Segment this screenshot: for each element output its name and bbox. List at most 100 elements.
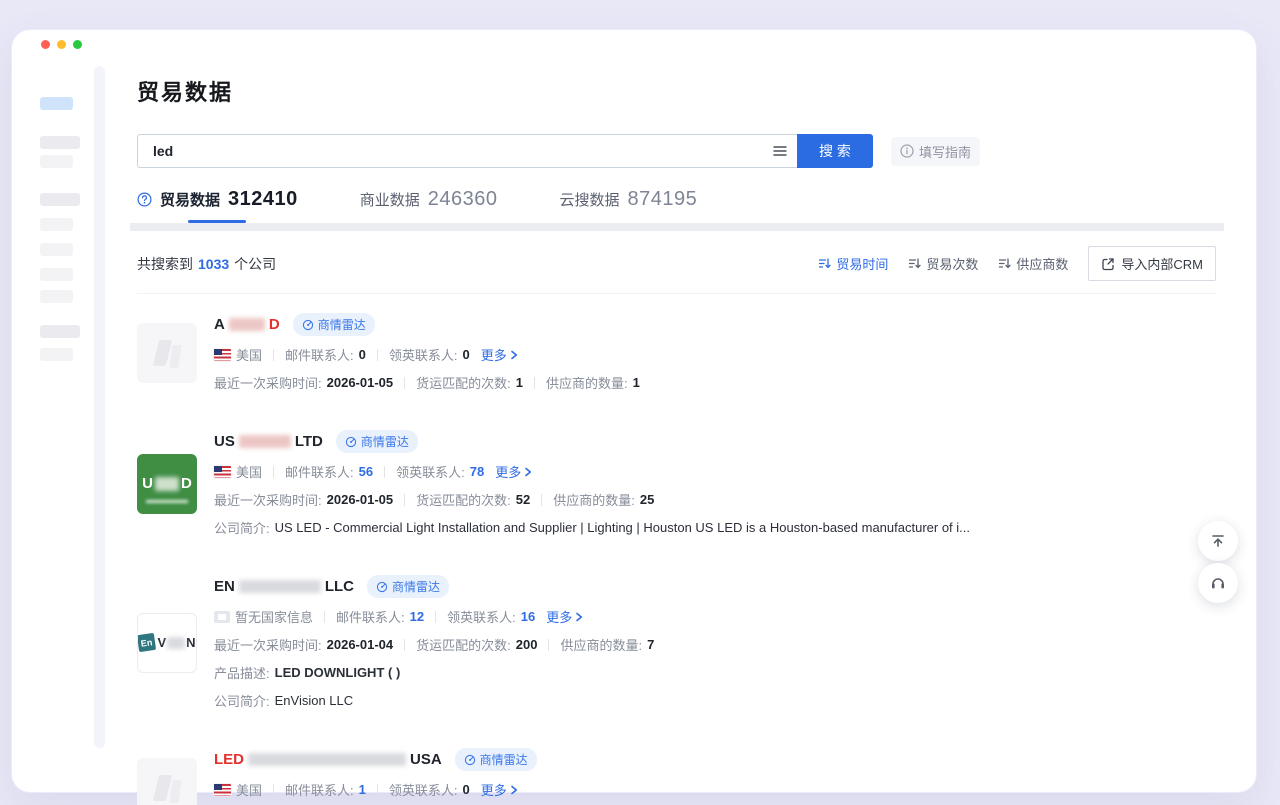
supplier-count: 供应商的数量: 25	[553, 490, 654, 509]
company-list-item[interactable]: AD 商情雷达 美国 邮件联系人: 0 领英联系人:	[137, 294, 1216, 411]
purchase-label: 最近一次采购时间:	[214, 490, 322, 509]
company-logo: EnVN	[137, 613, 197, 673]
fill-guide-label: 填写指南	[919, 142, 971, 161]
business-radar-badge[interactable]: 商情雷达	[455, 748, 537, 771]
divider	[273, 349, 274, 361]
minimize-window-icon[interactable]	[57, 40, 66, 49]
divider	[377, 784, 378, 796]
data-tabs: 贸易数据 312410 商业数据 246360 云搜数据 874195	[137, 188, 1216, 223]
business-radar-badge[interactable]: 商情雷达	[293, 313, 375, 336]
tab-count: 874195	[628, 188, 698, 211]
main-content: 贸易数据 搜 索 填写指南 贸易数据 312	[137, 75, 1216, 805]
linkedin-contacts: 领英联系人: 78	[396, 462, 484, 481]
page-title: 贸易数据	[137, 75, 1216, 107]
linkedin-count[interactable]: 16	[521, 609, 535, 624]
purchase-value: 2026-01-04	[327, 637, 394, 652]
more-link-label: 更多	[481, 345, 507, 364]
last-purchase: 最近一次采购时间: 2026-01-04	[214, 635, 393, 654]
email-count[interactable]: 56	[359, 464, 373, 479]
radar-badge-label: 商情雷达	[480, 751, 528, 768]
tab-label: 云搜数据	[560, 189, 620, 210]
sidebar-skeleton-bar	[40, 243, 73, 256]
company-name[interactable]: AD	[214, 316, 280, 333]
divider	[324, 611, 325, 623]
business-radar-badge[interactable]: 商情雷达	[336, 430, 418, 453]
divider	[377, 349, 378, 361]
linkedin-count[interactable]: 0	[463, 782, 470, 797]
freight-matches: 货运匹配的次数: 52	[416, 490, 530, 509]
linkedin-contacts: 领英联系人: 0	[389, 780, 470, 799]
email-count[interactable]: 1	[359, 782, 366, 797]
tab-business-data[interactable]: 商业数据 246360	[360, 188, 498, 223]
sort-icon	[818, 257, 831, 270]
filter-lines-icon[interactable]	[763, 135, 797, 167]
import-crm-button[interactable]: 导入内部CRM	[1088, 246, 1216, 281]
company-list: AD 商情雷达 美国 邮件联系人: 0 领英联系人:	[137, 294, 1216, 805]
tab-label: 商业数据	[360, 189, 420, 210]
email-count[interactable]: 12	[410, 609, 424, 624]
more-link[interactable]: 更多	[546, 607, 583, 626]
divider	[541, 494, 542, 506]
sort-trade-time[interactable]: 贸易时间	[818, 254, 888, 273]
radar-badge-label: 商情雷达	[318, 316, 366, 333]
back-to-top-icon	[1209, 532, 1227, 550]
freight-label: 货运匹配的次数:	[416, 490, 511, 509]
company-list-item[interactable]: LEDUSA 商情雷达 美国 邮件联系人: 1 领英联系人:	[137, 729, 1216, 805]
search-input[interactable]	[138, 143, 763, 159]
search-button[interactable]: 搜 索	[797, 134, 873, 168]
intro-row: 公司简介: US LED - Commercial Light Installa…	[214, 518, 970, 537]
linkedin-count[interactable]: 78	[470, 464, 484, 479]
customer-service-button[interactable]	[1198, 563, 1238, 603]
email-count[interactable]: 0	[359, 347, 366, 362]
company-name[interactable]: USLTD	[214, 433, 323, 450]
radar-icon	[376, 581, 388, 593]
close-window-icon[interactable]	[41, 40, 50, 49]
country-label: 美国	[236, 780, 262, 799]
tab-cloud-search-data[interactable]: 云搜数据 874195	[560, 188, 698, 223]
more-link[interactable]: 更多	[481, 345, 518, 364]
window-controls	[41, 40, 82, 49]
email-label: 邮件联系人:	[285, 780, 354, 799]
linkedin-count[interactable]: 0	[463, 347, 470, 362]
results-summary: 共搜索到 1033 个公司	[137, 254, 276, 274]
sort-supplier-count[interactable]: 供应商数	[998, 254, 1068, 273]
radar-icon	[345, 436, 357, 448]
country-label: 美国	[236, 345, 262, 364]
redacted-name-segment	[229, 318, 265, 331]
radar-badge-label: 商情雷达	[361, 433, 409, 450]
company-name-part: USA	[410, 751, 442, 768]
company-list-item[interactable]: UD USLTD 商情雷达 美国 邮件联系人: 56	[137, 411, 1216, 556]
company-name[interactable]: LEDUSA	[214, 751, 442, 768]
back-to-top-button[interactable]	[1198, 521, 1238, 561]
business-radar-badge[interactable]: 商情雷达	[367, 575, 449, 598]
country-group: 美国	[214, 462, 262, 481]
linkedin-label: 领英联系人:	[389, 345, 458, 364]
country-group: 暂无国家信息	[214, 607, 313, 626]
divider	[404, 639, 405, 651]
divider	[548, 639, 549, 651]
country-label: 美国	[236, 462, 262, 481]
company-name-part: EN	[214, 578, 235, 595]
company-name[interactable]: ENLLC	[214, 578, 354, 595]
search-bar: 搜 索 填写指南	[137, 134, 1216, 168]
suppliers-label: 供应商的数量:	[553, 490, 635, 509]
freight-label: 货运匹配的次数:	[416, 635, 511, 654]
email-contacts: 邮件联系人: 56	[285, 462, 373, 481]
fill-guide-link[interactable]: 填写指南	[891, 137, 980, 166]
freight-matches: 货运匹配的次数: 1	[416, 373, 523, 392]
sort-label: 贸易时间	[836, 254, 888, 273]
purchase-value: 2026-01-05	[327, 492, 394, 507]
country-group: 美国	[214, 780, 262, 799]
redacted-name-segment	[239, 435, 291, 448]
more-link[interactable]: 更多	[495, 462, 532, 481]
company-list-item[interactable]: EnVN ENLLC 商情雷达 暂无国家信息 邮件联系人: 12	[137, 556, 1216, 729]
suppliers-value: 1	[633, 375, 640, 390]
country-flag-icon	[214, 611, 230, 623]
redacted-logo-text	[167, 637, 185, 649]
app-window: 贸易数据 搜 索 填写指南 贸易数据 312	[12, 30, 1256, 792]
more-link[interactable]: 更多	[481, 780, 518, 799]
tab-trade-data[interactable]: 贸易数据 312410	[137, 188, 298, 223]
more-link-label: 更多	[546, 607, 572, 626]
sort-trade-count[interactable]: 贸易次数	[908, 254, 978, 273]
maximize-window-icon[interactable]	[73, 40, 82, 49]
